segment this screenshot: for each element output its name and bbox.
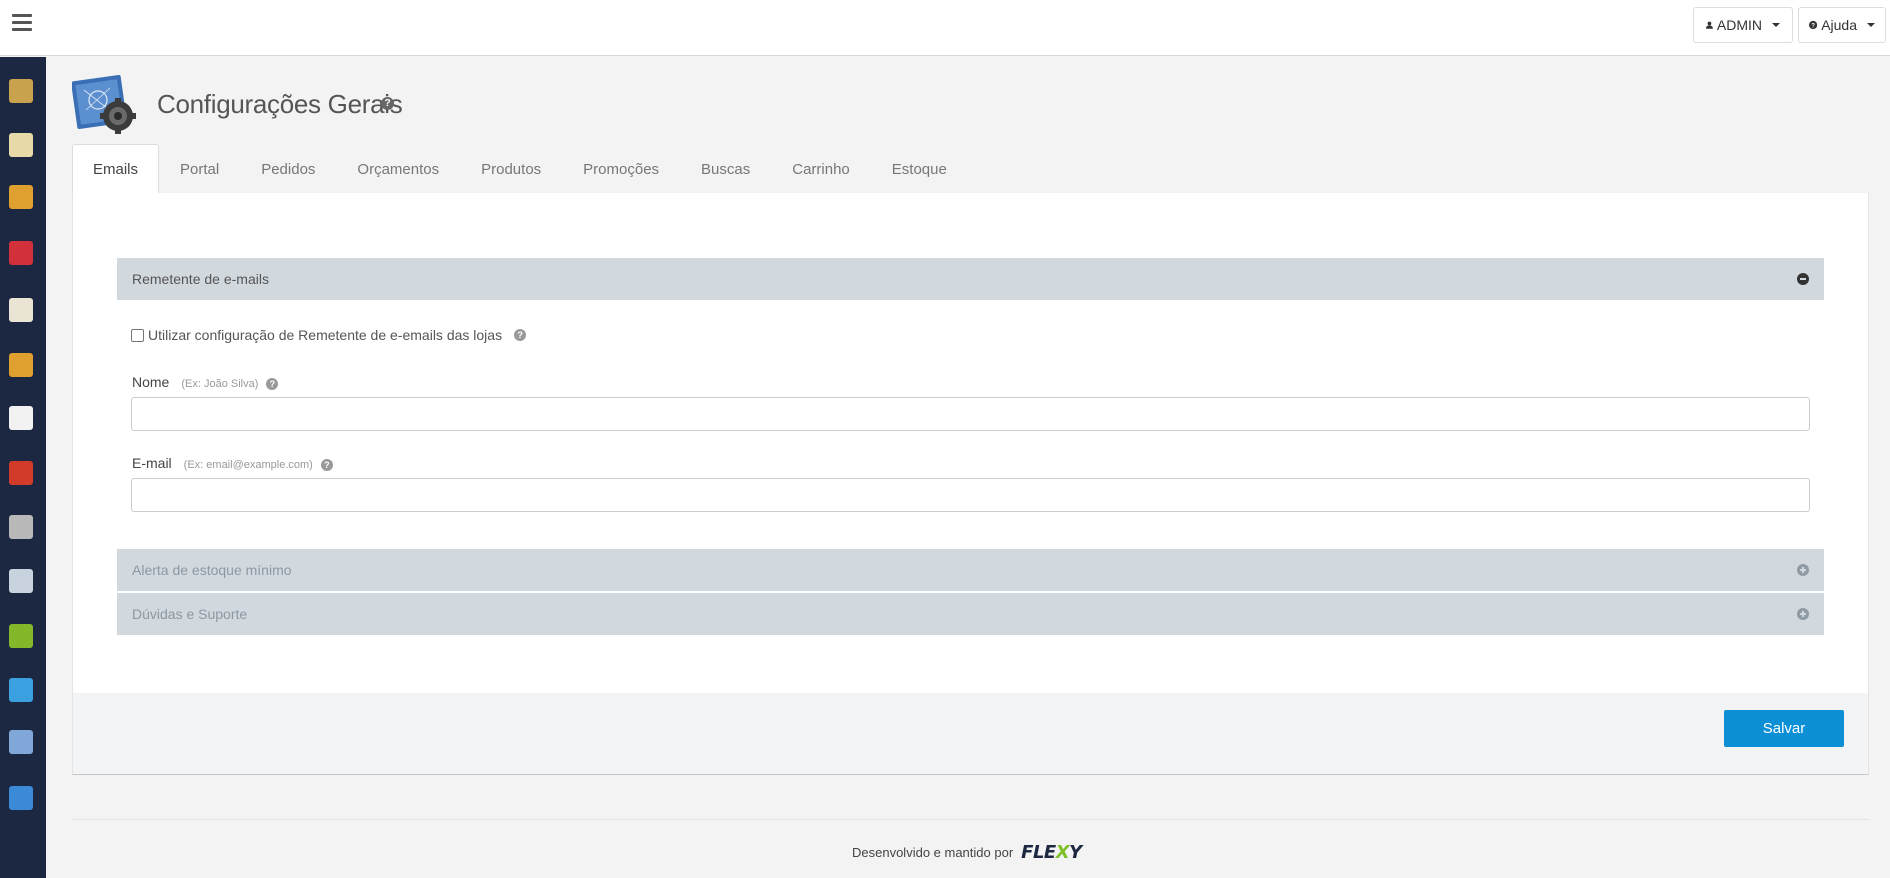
accordion-sender[interactable]: Remetente de e-mails (117, 258, 1824, 300)
settings-tabs: Emails Portal Pedidos Orçamentos Produtos Pro… (72, 144, 968, 194)
use-store-sender-checkbox[interactable] (131, 328, 144, 342)
email-hint: (Ex: email@example.com) (183, 459, 313, 471)
documents-icon[interactable] (9, 133, 33, 157)
question-circle-icon: ? (1809, 20, 1818, 29)
help-question-icon[interactable] (9, 786, 33, 810)
name-field-label: Nome (Ex: João Silva) ? (132, 374, 279, 390)
flexy-logo[interactable]: FLEXY (1021, 842, 1082, 863)
sidebar (0, 57, 46, 878)
question-circle-icon[interactable]: ? (266, 378, 279, 390)
page-title: Configurações Gerais (157, 89, 403, 119)
footer-divider (72, 819, 1869, 820)
tab-carrinho[interactable]: Carrinho (771, 144, 871, 194)
accordion-stock-alert[interactable]: Alerta de estoque mínimo (117, 549, 1824, 591)
accordion-stock-alert-title: Alerta de estoque mínimo (132, 562, 292, 578)
tab-portal[interactable]: Portal (159, 144, 240, 194)
footer: Desenvolvido e mantido por FLEXY (852, 842, 1082, 863)
settings-monitor-icon[interactable] (9, 730, 33, 754)
question-circle-icon[interactable]: ? (320, 459, 333, 471)
tab-emails[interactable]: Emails (72, 144, 160, 194)
tab-orcamentos[interactable]: Orçamentos (336, 144, 460, 194)
form-action-bar (72, 693, 1869, 775)
delivery-truck-icon[interactable] (9, 353, 33, 377)
chevron-down-icon (1772, 23, 1780, 27)
question-circle-icon[interactable]: ? (514, 329, 527, 341)
sender-email-input[interactable] (131, 478, 1810, 512)
card-payment-icon[interactable] (9, 298, 33, 322)
use-store-sender-row: Utilizar configuração de Remetente de e-… (131, 327, 527, 343)
name-hint: (Ex: João Silva) (181, 378, 259, 390)
chevron-down-icon (1867, 23, 1875, 27)
sender-name-input[interactable] (131, 397, 1810, 431)
user-icon (1706, 21, 1713, 29)
help-label: Ajuda (1821, 17, 1857, 33)
save-button[interactable]: Salvar (1724, 710, 1844, 747)
expand-plus-icon[interactable] (1797, 564, 1809, 576)
admin-user-dropdown[interactable]: ADMIN (1693, 7, 1793, 43)
database-server-icon[interactable] (9, 569, 33, 593)
svg-text:?: ? (1811, 22, 1815, 29)
name-label: Nome (132, 374, 170, 390)
title-help-icon[interactable]: ? (381, 97, 394, 110)
help-dropdown[interactable]: ? Ajuda (1798, 7, 1886, 43)
promotions-percent-icon[interactable] (9, 241, 33, 265)
tab-buscas[interactable]: Buscas (680, 144, 771, 194)
admin-label: ADMIN (1716, 17, 1762, 33)
user-person-icon[interactable] (9, 515, 33, 539)
note-paper-icon[interactable] (9, 406, 33, 430)
customers-people-icon[interactable] (9, 461, 33, 485)
reports-chart-icon[interactable] (9, 624, 33, 648)
tab-promocoes[interactable]: Promoções (562, 144, 680, 194)
menu-toggle-icon[interactable] (12, 14, 32, 34)
footer-text: Desenvolvido e mantido por (852, 845, 1014, 860)
tab-produtos[interactable]: Produtos (460, 144, 562, 194)
settings-blueprint-icon (72, 75, 136, 134)
tab-estoque[interactable]: Estoque (871, 144, 968, 194)
tab-pedidos[interactable]: Pedidos (240, 144, 336, 194)
use-store-sender-label[interactable]: Utilizar configuração de Remetente de e-… (148, 327, 502, 343)
orders-box-icon[interactable] (9, 185, 33, 209)
accordion-sender-title: Remetente de e-mails (132, 271, 269, 287)
collapse-minus-icon[interactable] (1797, 273, 1809, 285)
expand-plus-icon[interactable] (1797, 608, 1809, 620)
email-field-label: E-mail (Ex: email@example.com) ? (132, 455, 333, 471)
email-label: E-mail (132, 455, 172, 471)
accordion-support-title: Dúvidas e Suporte (132, 606, 248, 622)
accordion-support[interactable]: Dúvidas e Suporte (117, 593, 1824, 635)
products-box-icon[interactable] (9, 79, 33, 103)
share-icon[interactable] (9, 678, 33, 702)
top-navbar: ADMIN ? Ajuda (0, 0, 1890, 56)
